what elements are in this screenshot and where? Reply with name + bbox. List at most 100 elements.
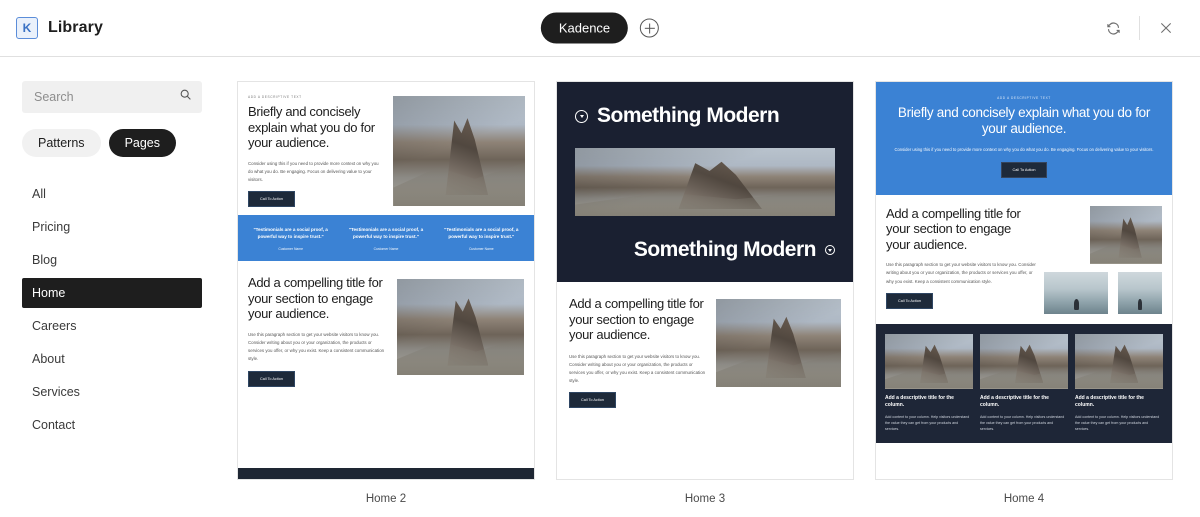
card-caption: Home 4 xyxy=(1003,493,1045,505)
circle-plus-icon[interactable] xyxy=(640,18,660,38)
card1-section-heading: Add a compelling title for your section … xyxy=(248,275,383,322)
header-divider xyxy=(1139,16,1140,40)
card2-title-bottom: Something Modern xyxy=(633,238,817,261)
card1-section-cta[interactable]: Call To Action xyxy=(248,370,295,387)
toggle-pages[interactable]: Pages xyxy=(108,129,177,157)
pattern-card-home-3[interactable]: Something Modern Something Modern Add a … xyxy=(556,81,854,480)
card1-testimonial-band: "Testimonials are a social proof, a powe… xyxy=(238,215,534,262)
column-item: Add a descriptive title for the column. … xyxy=(980,333,1068,433)
card3-section-cta[interactable]: Call To Action xyxy=(886,292,933,309)
card2-section: Add a compelling title for your section … xyxy=(557,282,853,409)
column-paragraph: Add content to your column. Help visitor… xyxy=(1075,414,1160,432)
testimonial-quote: "Testimonials are a social proof, a powe… xyxy=(253,227,328,240)
testimonial-item: "Testimonials are a social proof, a powe… xyxy=(341,226,430,251)
card3-paragraph: Consider using this if you need to provi… xyxy=(894,146,1154,152)
card2-section-heading: Add a compelling title for your section … xyxy=(569,296,704,343)
close-button[interactable] xyxy=(1146,0,1186,57)
card1-section-paragraph: Use this paragraph section to get your w… xyxy=(248,332,385,362)
testimonial-item: "Testimonials are a social proof, a powe… xyxy=(246,226,335,251)
pattern-card-home-4[interactable]: ADD A DESCRIPTIVE TEXT Briefly and conci… xyxy=(875,81,1173,480)
sidebar-item-about[interactable]: About xyxy=(22,344,202,374)
card3-columns-block: Add a descriptive title for the column. … xyxy=(876,323,1172,444)
card1-section-image xyxy=(397,279,524,376)
testimonial-quote: "Testimonials are a social proof, a powe… xyxy=(444,227,519,240)
card3-section-heading: Add a compelling title for your section … xyxy=(886,205,1021,252)
sidebar-item-home[interactable]: Home xyxy=(22,278,202,308)
search-input[interactable] xyxy=(34,90,172,104)
card1-section: Add a compelling title for your section … xyxy=(238,261,534,387)
card1-section-text: Add a compelling title for your section … xyxy=(248,275,397,387)
card1-hero-text: ADD A DESCRIPTIVE TEXT Briefly and conci… xyxy=(238,82,393,215)
card1-hero-image xyxy=(393,96,525,206)
header-center: Kadence xyxy=(540,12,660,44)
card1-footer-bar xyxy=(238,468,534,479)
brand: K Library xyxy=(0,17,103,39)
search-box[interactable] xyxy=(22,81,202,113)
card2-section-image xyxy=(715,299,841,387)
circle-arrow-down-icon xyxy=(825,245,835,255)
category-nav: All Pricing Blog Home Careers About Serv… xyxy=(22,179,202,440)
card2-hero-image xyxy=(575,148,835,216)
card2-title-top-row: Something Modern xyxy=(575,104,835,128)
preview-column: ADD A DESCRIPTIVE TEXT Briefly and conci… xyxy=(237,81,535,517)
circle-arrow-down-icon xyxy=(575,109,588,123)
card3-eyebrow: ADD A DESCRIPTIVE TEXT xyxy=(997,96,1051,100)
column-image xyxy=(980,333,1068,389)
card1-eyebrow: ADD A DESCRIPTIVE TEXT xyxy=(248,95,302,99)
column-heading: Add a descriptive title for the column. xyxy=(885,394,954,408)
testimonial-author: Customer Name xyxy=(373,247,399,252)
sidebar-item-careers[interactable]: Careers xyxy=(22,311,202,341)
card1-cta-button[interactable]: Call To Action xyxy=(248,191,295,208)
column-heading: Add a descriptive title for the column. xyxy=(980,394,1049,408)
column-heading: Add a descriptive title for the column. xyxy=(1075,394,1144,408)
testimonial-author: Customer Name xyxy=(468,247,494,252)
card1-heading: Briefly and concisely explain what you d… xyxy=(248,104,375,151)
card3-image-main xyxy=(1090,205,1162,264)
card3-image-tertiary xyxy=(1118,271,1162,314)
card3-columns: Add a descriptive title for the column. … xyxy=(885,333,1163,433)
card-caption: Home 3 xyxy=(684,493,726,505)
column-image xyxy=(1075,333,1163,389)
card2-title-bottom-row: Something Modern xyxy=(575,238,835,262)
app-header: K Library Kadence xyxy=(0,0,1200,57)
column-image xyxy=(885,333,973,389)
preview-column: ADD A DESCRIPTIVE TEXT Briefly and conci… xyxy=(875,81,1173,517)
preview-column: Something Modern Something Modern Add a … xyxy=(556,81,854,517)
type-toggle-group: Patterns Pages xyxy=(22,129,202,157)
sidebar-item-pricing[interactable]: Pricing xyxy=(22,212,202,242)
sidebar: Patterns Pages All Pricing Blog Home Car… xyxy=(0,57,224,517)
refresh-button[interactable] xyxy=(1093,0,1133,57)
page-title: Library xyxy=(48,19,103,36)
search-icon xyxy=(179,88,192,106)
app-body: Patterns Pages All Pricing Blog Home Car… xyxy=(0,57,1200,517)
sidebar-item-contact[interactable]: Contact xyxy=(22,410,202,440)
header-actions xyxy=(1093,0,1200,56)
sidebar-item-all[interactable]: All xyxy=(22,179,202,209)
card2-title-top: Something Modern xyxy=(597,104,780,127)
pattern-card-home-2[interactable]: ADD A DESCRIPTIVE TEXT Briefly and conci… xyxy=(237,81,535,480)
sidebar-item-services[interactable]: Services xyxy=(22,377,202,407)
card-caption: Home 2 xyxy=(365,493,407,505)
card3-section: Add a compelling title for your section … xyxy=(876,195,1172,324)
card3-image-secondary xyxy=(1044,271,1109,314)
card3-image-collage xyxy=(1044,205,1162,314)
card3-cta-button[interactable]: Call To Action xyxy=(1000,161,1048,178)
column-item: Add a descriptive title for the column. … xyxy=(885,333,973,433)
card3-section-paragraph: Use this paragraph section to get your w… xyxy=(886,262,1036,284)
card3-hero: ADD A DESCRIPTIVE TEXT Briefly and conci… xyxy=(876,82,1172,195)
card1-hero: ADD A DESCRIPTIVE TEXT Briefly and conci… xyxy=(238,82,534,215)
column-paragraph: Add content to your column. Help visitor… xyxy=(885,414,970,432)
refresh-icon xyxy=(1106,22,1120,34)
card2-section-cta[interactable]: Call To Action xyxy=(569,392,616,409)
card1-paragraph: Consider using this if you need to provi… xyxy=(248,160,379,183)
testimonial-author: Customer Name xyxy=(278,247,303,252)
card2-section-text: Add a compelling title for your section … xyxy=(569,296,716,409)
testimonial-quote: "Testimonials are a social proof, a powe… xyxy=(348,227,424,240)
column-paragraph: Add content to your column. Help visitor… xyxy=(980,414,1065,432)
card3-heading: Briefly and concisely explain what you d… xyxy=(897,105,1151,137)
card3-section-text: Add a compelling title for your section … xyxy=(886,206,1036,314)
kadence-tab[interactable]: Kadence xyxy=(540,12,629,44)
toggle-patterns[interactable]: Patterns xyxy=(22,129,101,157)
sidebar-item-blog[interactable]: Blog xyxy=(22,245,202,275)
preview-grid: ADD A DESCRIPTIVE TEXT Briefly and conci… xyxy=(224,57,1200,517)
